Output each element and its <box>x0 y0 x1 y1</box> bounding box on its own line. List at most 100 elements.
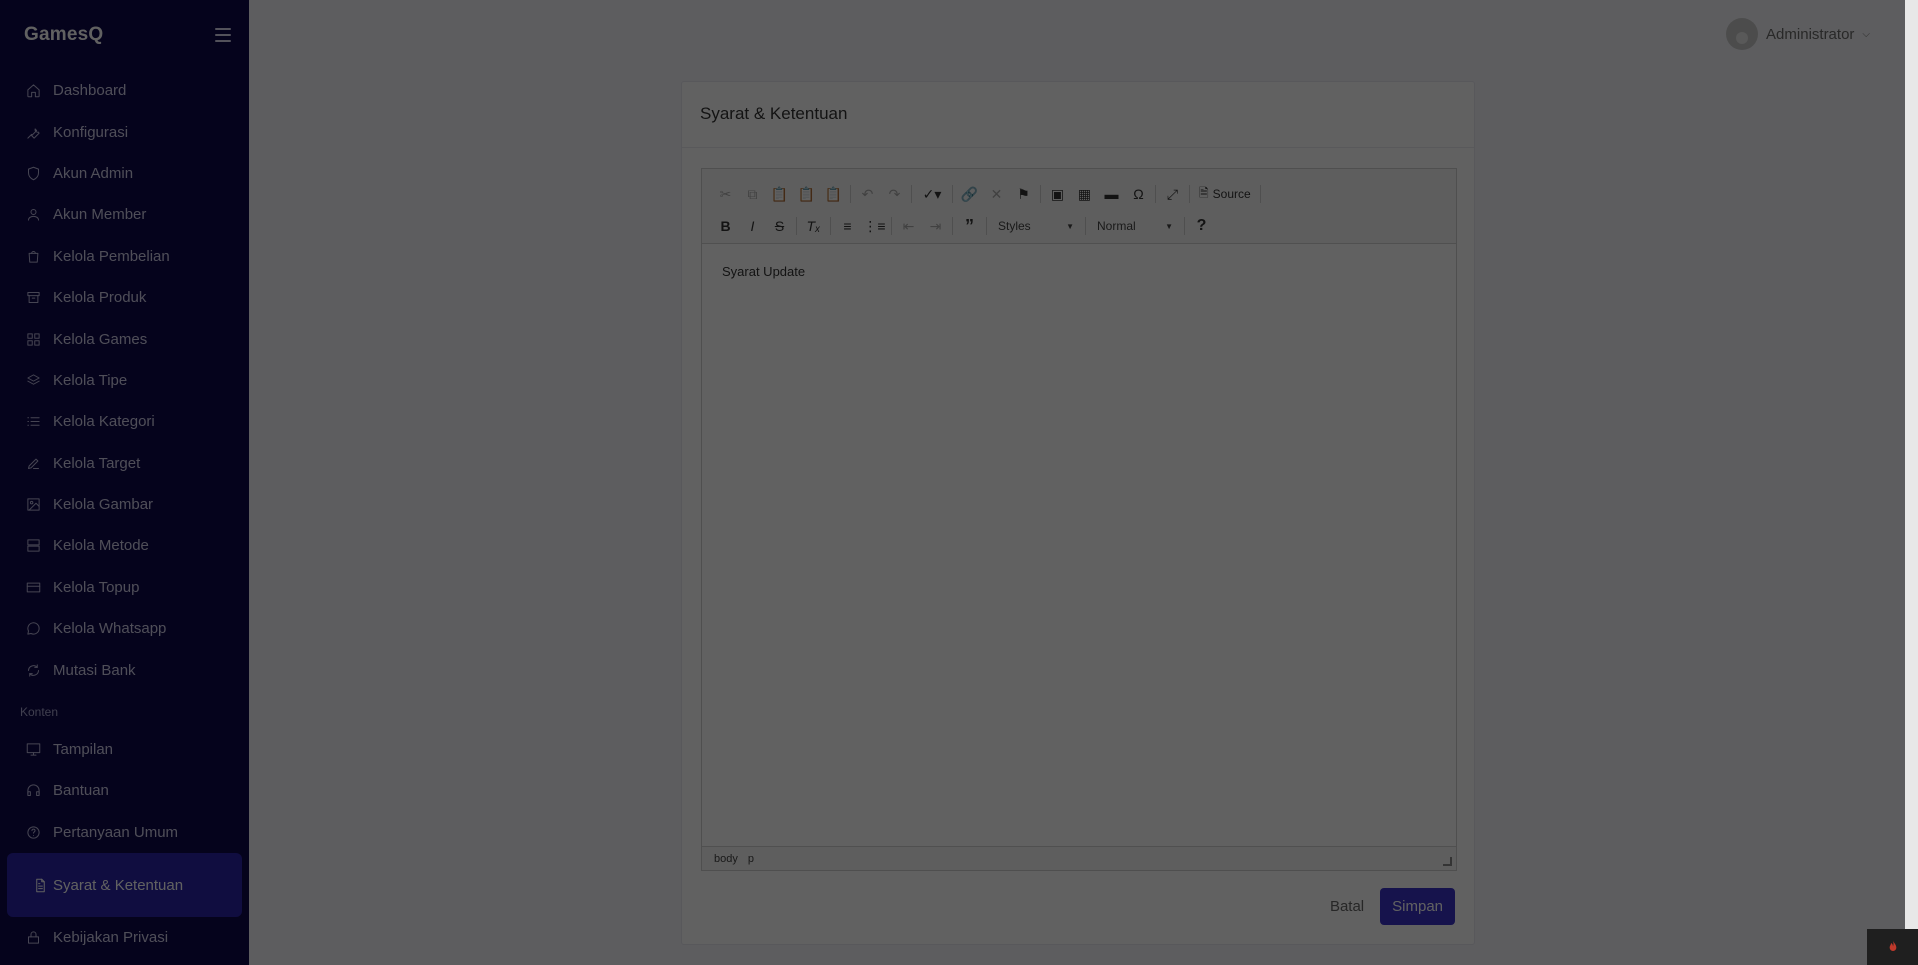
flame-icon <box>1867 929 1918 965</box>
layers-icon <box>24 371 42 389</box>
sidebar-item-syarat-ketentuan[interactable]: Syarat & Ketentuan <box>7 853 242 918</box>
save-button[interactable]: Simpan <box>1380 888 1455 925</box>
message-circle-icon <box>24 620 42 638</box>
image-insert-icon[interactable]: ▣ <box>1044 182 1071 206</box>
paste-icon[interactable]: 📋 <box>766 182 793 206</box>
sidebar-item-kelola-pembelian[interactable]: Kelola Pembelian <box>0 236 249 277</box>
brand-logo[interactable]: GamesQ <box>24 24 103 46</box>
sidebar-item-kelola-topup[interactable]: Kelola Topup <box>0 567 249 608</box>
editor-toolbar: ✂ ⧉ 📋 📋 📋 ↶ ↷ ✓▾ 🔗 ✕ ⚑ ▣ ▦ ▬ Ω ⤢ 🗎 Sourc… <box>702 169 1456 244</box>
unlink-icon[interactable]: ✕ <box>983 182 1010 206</box>
outdent-icon[interactable]: ⇤ <box>895 214 922 238</box>
cut-icon[interactable]: ✂ <box>712 182 739 206</box>
resize-handle-icon[interactable] <box>1443 857 1452 866</box>
refresh-icon <box>24 661 42 679</box>
toolbar-separator <box>1259 185 1261 203</box>
sidebar-item-akun-member[interactable]: Akun Member <box>0 194 249 235</box>
caret-down-icon: ▼ <box>1066 221 1074 231</box>
blockquote-icon[interactable]: ” <box>956 214 983 238</box>
sidebar-item-label: Tampilan <box>53 741 114 759</box>
sidebar-item-label: Mutasi Bank <box>53 661 136 679</box>
copy-icon[interactable]: ⧉ <box>739 182 766 206</box>
sidebar-item-dashboard[interactable]: Dashboard <box>0 70 249 111</box>
paste-word-icon[interactable]: 📋 <box>820 182 847 206</box>
pencil-icon <box>24 454 42 472</box>
sidebar-item-konfigurasi[interactable]: Konfigurasi <box>0 111 249 152</box>
grid-icon <box>24 330 42 348</box>
editor-paragraph: Syarat Update <box>722 264 806 279</box>
form-actions: Batal Simpan <box>1330 888 1455 925</box>
toolbar-separator <box>1085 217 1086 235</box>
table-icon[interactable]: ▦ <box>1071 182 1098 206</box>
sidebar-item-label: Kelola Kategori <box>53 413 155 431</box>
wrench-icon <box>24 123 42 141</box>
format-dropdown[interactable]: Normal ▼ <box>1089 215 1181 237</box>
chevron-down-icon: ⌵ <box>1862 28 1870 40</box>
sidebar-item-label: Kelola Pembelian <box>53 247 170 265</box>
brand-row: GamesQ <box>0 0 249 70</box>
indent-icon[interactable]: ⇥ <box>922 214 949 238</box>
link-icon[interactable]: 🔗 <box>956 182 983 206</box>
sidebar-item-mutasi-bank[interactable]: Mutasi Bank <box>0 649 249 690</box>
sidebar-item-kelola-whatsapp[interactable]: Kelola Whatsapp <box>0 608 249 649</box>
sidebar-content-nav: Tampilan Bantuan Pertanyaan Umum Syarat … <box>0 729 249 959</box>
sidebar-item-kebijakan-privasi[interactable]: Kebijakan Privasi <box>0 917 249 958</box>
sidebar-item-bantuan[interactable]: Bantuan <box>0 770 249 811</box>
spellcheck-icon[interactable]: ✓▾ <box>915 182 949 206</box>
redo-icon[interactable]: ↷ <box>881 182 908 206</box>
sidebar-item-kelola-target[interactable]: Kelola Target <box>0 443 249 484</box>
numbered-list-icon[interactable]: ≡ <box>834 214 861 238</box>
home-icon <box>24 82 42 100</box>
cancel-button[interactable]: Batal <box>1330 898 1364 915</box>
toolbar-row-2: B I S Tₓ ≡ ⋮≡ ⇤ ⇥ ” Styles ▼ Normal ▼ ? <box>712 210 1446 242</box>
source-label: Source <box>1212 187 1251 201</box>
horizontal-rule-icon[interactable]: ▬ <box>1098 182 1125 206</box>
source-button[interactable]: 🗎 Source <box>1193 184 1257 205</box>
sidebar-section-konten: Konten <box>20 704 59 719</box>
toolbar-separator <box>952 217 953 235</box>
sidebar-item-kelola-produk[interactable]: Kelola Produk <box>0 277 249 318</box>
sidebar-item-label: Konfigurasi <box>53 123 129 141</box>
styles-dropdown[interactable]: Styles ▼ <box>990 215 1082 237</box>
file-text-icon <box>31 876 49 894</box>
user-menu[interactable]: Administrator ⌵ <box>1726 18 1870 50</box>
special-char-icon[interactable]: Ω <box>1125 182 1152 206</box>
monitor-icon <box>24 741 42 759</box>
undo-icon[interactable]: ↶ <box>854 182 881 206</box>
image-icon <box>24 496 42 514</box>
sidebar-item-label: Akun Admin <box>53 164 134 182</box>
strikethrough-icon[interactable]: S <box>766 214 793 238</box>
bold-icon[interactable]: B <box>712 214 739 238</box>
toolbar-separator <box>796 217 797 235</box>
maximize-icon[interactable]: ⤢ <box>1159 182 1186 206</box>
editor-content[interactable]: Syarat Update <box>702 244 1456 846</box>
sidebar-item-label: Kebijakan Privasi <box>53 929 169 947</box>
remove-format-icon[interactable]: Tₓ <box>800 214 827 238</box>
anchor-flag-icon[interactable]: ⚑ <box>1010 182 1037 206</box>
path-element-p[interactable]: p <box>748 853 754 865</box>
paste-text-icon[interactable]: 📋 <box>793 182 820 206</box>
sidebar-item-kelola-games[interactable]: Kelola Games <box>0 318 249 359</box>
source-icon: 🗎 <box>1199 185 1209 200</box>
sidebar-item-tampilan[interactable]: Tampilan <box>0 729 249 770</box>
help-circle-icon <box>24 823 42 841</box>
sidebar-item-kelola-tipe[interactable]: Kelola Tipe <box>0 360 249 401</box>
sidebar-item-akun-admin[interactable]: Akun Admin <box>0 153 249 194</box>
sidebar-item-kelola-metode[interactable]: Kelola Metode <box>0 525 249 566</box>
help-icon[interactable]: ? <box>1188 214 1215 238</box>
toolbar-row-1: ✂ ⧉ 📋 📋 📋 ↶ ↷ ✓▾ 🔗 ✕ ⚑ ▣ ▦ ▬ Ω ⤢ 🗎 Sourc… <box>712 178 1446 210</box>
shopping-bag-icon <box>24 247 42 265</box>
sidebar-item-kelola-kategori[interactable]: Kelola Kategori <box>0 401 249 442</box>
sidebar-item-label: Syarat & Ketentuan <box>53 876 184 894</box>
italic-icon[interactable]: I <box>739 214 766 238</box>
sidebar-item-label: Kelola Topup <box>53 578 140 596</box>
toolbar-separator <box>891 217 892 235</box>
sidebar-item-pertanyaan-umum[interactable]: Pertanyaan Umum <box>0 812 249 853</box>
page-title: Syarat & Ketentuan <box>682 82 1474 148</box>
menu-toggle-icon[interactable] <box>215 28 231 42</box>
bulleted-list-icon[interactable]: ⋮≡ <box>861 214 888 238</box>
sidebar-item-kelola-gambar[interactable]: Kelola Gambar <box>0 484 249 525</box>
headphones-icon <box>24 782 42 800</box>
page-scrollbar[interactable] <box>1905 0 1918 930</box>
path-element-body[interactable]: body <box>714 853 738 865</box>
